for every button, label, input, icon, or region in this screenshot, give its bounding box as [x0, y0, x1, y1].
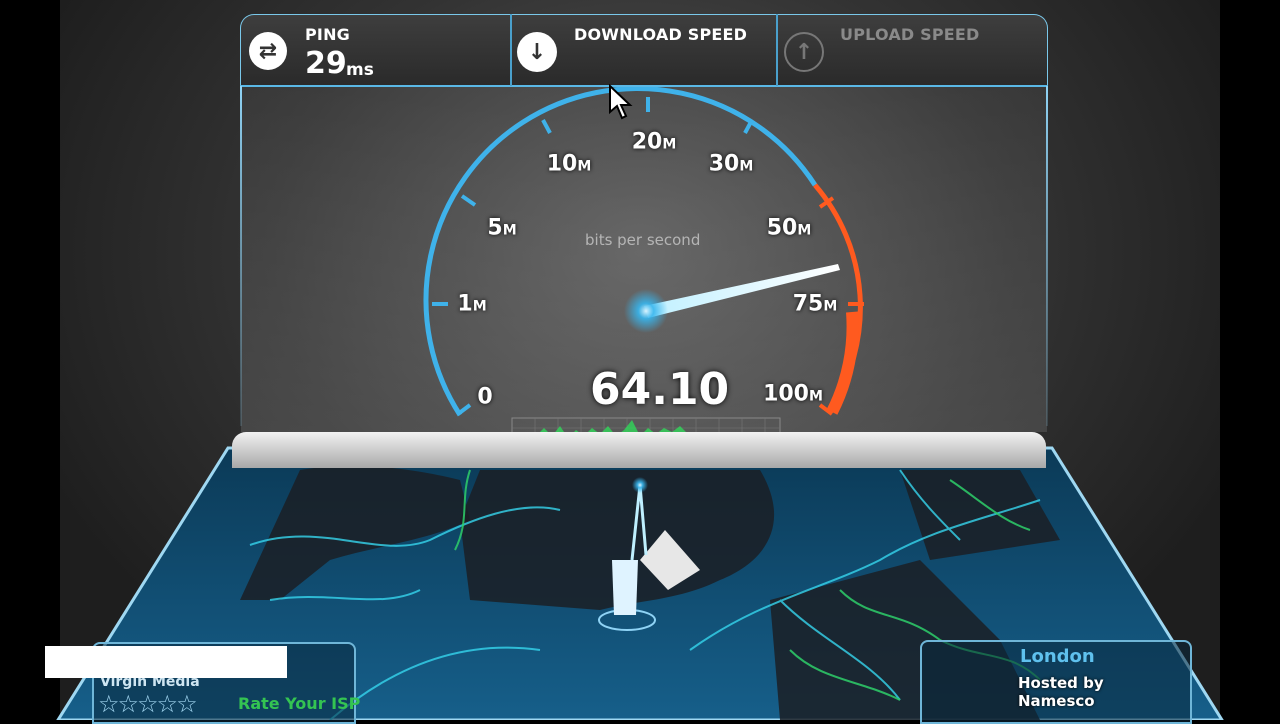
server-city[interactable]: London [1020, 646, 1095, 667]
ping-unit: ms [346, 60, 374, 80]
host-name: Namesco [1018, 692, 1095, 710]
rate-isp-link[interactable]: Rate Your ISP [238, 694, 360, 713]
gauge-unit-label: bits per second [585, 231, 701, 249]
tick-75m: 75M [792, 291, 838, 317]
hosted-by-label: Hosted by [1018, 674, 1104, 692]
header-separator-1 [510, 14, 512, 86]
tick-10m: 10M [546, 151, 592, 177]
download-speed-label: DOWNLOAD SPEED [574, 25, 748, 44]
tick-30m: 30M [708, 151, 754, 177]
user-figure [612, 560, 638, 615]
ping-value: 29 [305, 46, 347, 81]
header-separator-2 [776, 14, 778, 86]
tick-0: 0 [477, 384, 493, 410]
tick-1m: 1M [457, 291, 487, 317]
tick-5m: 5M [487, 215, 517, 241]
server-host-info: Hosted by Namesco [1018, 674, 1104, 710]
map-tray-rim [232, 432, 1046, 468]
header-divider [240, 85, 1048, 87]
beam-node [632, 477, 648, 493]
panel-edge-right [1046, 86, 1048, 426]
gauge-hub [624, 289, 668, 333]
arrow-up-circle-icon: ↑ [784, 32, 824, 72]
isp-rating-stars[interactable]: ☆☆☆☆☆ [98, 690, 198, 718]
arrow-down-circle-icon: ↓ [517, 32, 557, 72]
current-speed-value: 64.10 [590, 364, 730, 415]
redaction-box [45, 646, 287, 678]
upload-speed-label: UPLOAD SPEED [840, 25, 980, 44]
tick-100m: 100M [763, 381, 823, 407]
tick-20m: 20M [631, 129, 677, 155]
mouse-pointer-icon [609, 84, 633, 120]
ping-label: PING [305, 25, 351, 44]
swap-arrows-icon: ⇄ [249, 32, 287, 70]
speedtest-graphics [56, 86, 1224, 720]
panel-edge-left [240, 86, 242, 426]
tick-50m: 50M [766, 215, 812, 241]
